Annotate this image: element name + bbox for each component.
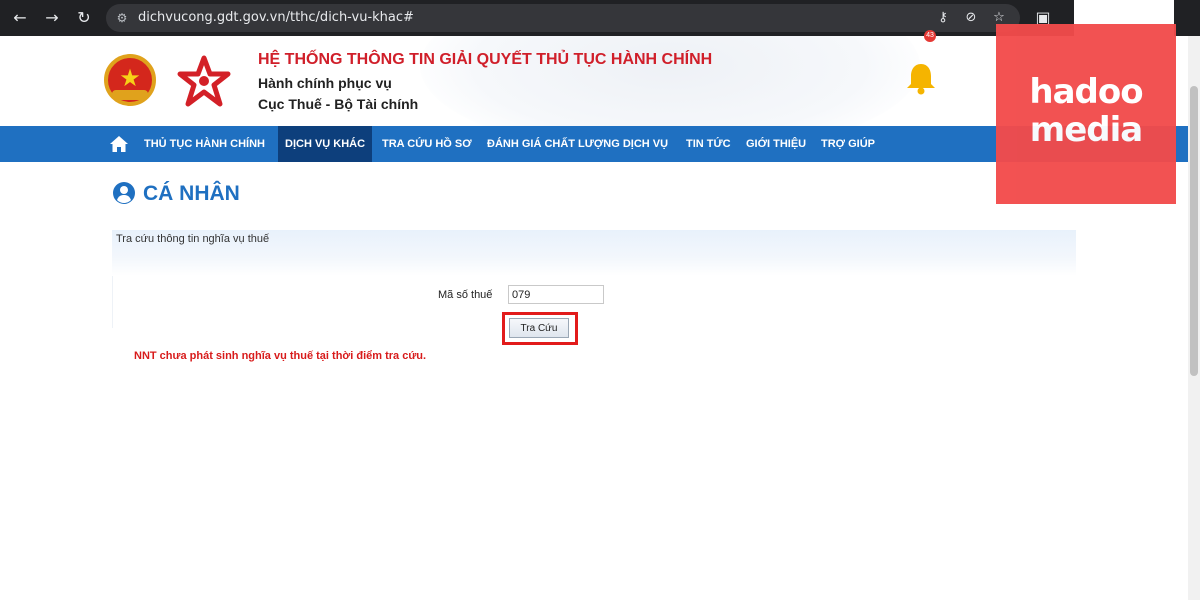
nav-item-dich-vu-khac[interactable]: DỊCH VỤ KHÁC <box>278 126 373 162</box>
eye-off-icon[interactable]: ⊘ <box>962 9 980 27</box>
user-circle-icon <box>113 182 135 204</box>
reload-icon[interactable]: ↻ <box>73 7 95 29</box>
national-emblem-icon: ★ <box>104 54 156 106</box>
address-bar[interactable]: ⚙ dichvucong.gdt.gov.vn/tthc/dich-vu-kha… <box>106 4 1020 32</box>
home-icon[interactable] <box>108 133 130 155</box>
notification-bell-icon[interactable] <box>904 60 938 96</box>
header-agency: Cục Thuế - Bộ Tài chính <box>258 96 419 112</box>
nav-item-tro-giup[interactable]: TRỢ GIÚP <box>814 126 882 162</box>
panel-header: Tra cứu thông tin nghĩa vụ thuế <box>112 230 1076 276</box>
panel-title: Tra cứu thông tin nghĩa vụ thuế <box>116 233 270 245</box>
scrollbar[interactable] <box>1188 36 1200 600</box>
forward-arrow-icon[interactable]: → <box>41 7 63 29</box>
nav-item-gioi-thieu[interactable]: GIỚI THIỆU <box>739 126 813 162</box>
nav-item-tra-cuu-ho-so[interactable]: TRA CỨU HỒ SƠ <box>375 126 479 162</box>
nav-item-thu-tuc-hanh-chinh[interactable]: THỦ TỤC HÀNH CHÍNH <box>137 126 272 162</box>
watermark-logo: hadoo media <box>996 24 1176 204</box>
tax-code-label: Mã số thuế <box>438 289 493 301</box>
back-arrow-icon[interactable]: ← <box>9 7 31 29</box>
watermark-line2: media <box>1029 110 1143 150</box>
header-subtitle: Hành chính phục vụ <box>258 75 392 91</box>
tax-department-logo-icon <box>177 55 231 107</box>
system-title: HỆ THỐNG THÔNG TIN GIẢI QUYẾT THỦ TỤC HÀ… <box>258 51 713 68</box>
header-decoration <box>420 36 920 126</box>
notification-badge: 43 <box>924 30 936 42</box>
watermark-line1: hadoo <box>1029 72 1143 112</box>
lookup-button[interactable]: Tra Cứu <box>509 318 569 338</box>
password-key-icon[interactable]: ⚷ <box>934 9 952 27</box>
result-message: NNT chưa phát sinh nghĩa vụ thuế tại thờ… <box>134 350 427 362</box>
nav-item-danh-gia-chat-luong[interactable]: ĐÁNH GIÁ CHẤT LƯỢNG DỊCH VỤ <box>480 126 675 162</box>
site-info-icon[interactable]: ⚙ <box>114 10 130 26</box>
page-title: CÁ NHÂN <box>143 182 240 205</box>
scrollbar-thumb[interactable] <box>1190 86 1198 376</box>
url-text[interactable]: dichvucong.gdt.gov.vn/tthc/dich-vu-khac# <box>138 10 414 25</box>
nav-item-tin-tuc[interactable]: TIN TỨC <box>679 126 738 162</box>
tax-code-input[interactable] <box>508 285 604 304</box>
